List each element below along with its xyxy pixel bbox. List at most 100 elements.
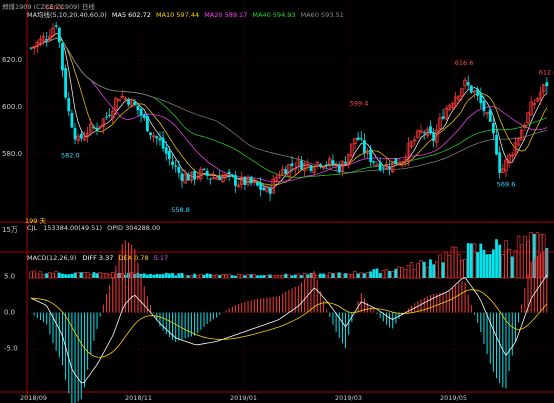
candle-body	[300, 160, 303, 170]
candle-body	[127, 99, 130, 105]
volume-bar	[472, 243, 477, 279]
candle-body	[136, 105, 140, 111]
candle-body	[61, 43, 64, 71]
volume-bar	[211, 275, 216, 279]
candle-body	[243, 176, 247, 185]
candle-body	[488, 109, 492, 122]
volume-bar	[318, 273, 322, 278]
volume-bar	[388, 271, 391, 278]
volume-bar	[230, 275, 234, 278]
ma10-value: MA10 597.44	[155, 11, 200, 19]
candle-body	[145, 115, 149, 132]
volume-bar	[435, 261, 439, 279]
candle-body	[105, 116, 108, 118]
x-tick-label: 2018/09	[20, 394, 47, 402]
x-tick-label: 2019/05	[440, 394, 467, 402]
candle-body	[432, 132, 436, 142]
volume-bar	[457, 254, 461, 279]
ma5-value: MA5 602.72	[111, 11, 151, 19]
volume-bar	[51, 273, 55, 279]
volume-bar	[95, 273, 99, 278]
volume-bar	[186, 275, 190, 278]
candle-body	[359, 138, 363, 140]
volume-bar	[149, 274, 152, 278]
candle-body	[208, 178, 212, 180]
volume-bar	[67, 274, 71, 278]
price-annotation: 599.4	[350, 99, 369, 107]
candles	[29, 22, 549, 202]
candle-body	[142, 114, 146, 119]
volume-bar	[463, 258, 467, 279]
candle-body	[158, 138, 162, 141]
volume-bar	[249, 274, 253, 278]
volume-bar	[519, 244, 524, 279]
volume-bar	[35, 273, 39, 279]
candle-body	[482, 100, 486, 112]
volume-bar	[523, 235, 527, 279]
price-tick-label: 620.0	[2, 56, 22, 64]
volume-bar	[54, 271, 58, 279]
volume-bar	[142, 273, 146, 278]
opid-value: OPID 304288.00	[107, 224, 161, 232]
volume-bar	[488, 253, 492, 278]
candle-body	[227, 171, 231, 175]
candle-body	[54, 25, 58, 27]
volume-bar	[293, 274, 297, 278]
candle-body	[177, 167, 181, 173]
macd-value: 5.17	[153, 254, 169, 262]
candle-body	[64, 68, 67, 98]
volume-bar	[234, 275, 237, 278]
candle-body	[218, 176, 222, 181]
candle-body	[249, 176, 253, 184]
volume-bar	[409, 262, 414, 279]
candle-body	[149, 132, 152, 136]
volume-bar	[447, 254, 452, 279]
candle-body	[466, 82, 470, 86]
candle-body	[95, 127, 99, 130]
volume-bar	[406, 265, 411, 279]
volume-bar	[208, 273, 212, 278]
volume-bar	[174, 275, 178, 278]
price-annotation: 582.0	[61, 151, 80, 159]
volume-bar	[92, 272, 96, 278]
volume-tick-label: 15万	[2, 226, 18, 234]
volume-bar	[57, 272, 61, 278]
ma-legend-label: MA均线(5,10,20,40,60,0)	[27, 11, 107, 19]
candle-body	[180, 173, 184, 181]
candle-body	[171, 161, 174, 165]
candle-body	[29, 47, 33, 49]
candle-body	[73, 128, 77, 140]
volume-bar	[346, 273, 351, 279]
volume-bar	[76, 272, 80, 279]
volume-bar	[290, 275, 294, 278]
candle-body	[268, 187, 272, 194]
candle-body	[168, 150, 171, 159]
candle-body	[139, 108, 143, 116]
volume-bar	[363, 273, 366, 278]
candle-body	[155, 136, 159, 139]
candle-body	[92, 126, 96, 128]
volume-bar	[507, 248, 511, 279]
candle-body	[498, 152, 502, 173]
candle-body	[356, 137, 360, 140]
volume-bar	[391, 271, 395, 279]
volume-bar	[328, 272, 332, 279]
volume-bar	[61, 273, 64, 278]
macd-tick-label: -5.0	[4, 345, 18, 353]
volume-bar	[205, 273, 209, 278]
volume-bar	[218, 275, 222, 278]
volume-bar	[372, 269, 376, 278]
candle-body	[70, 112, 74, 128]
candle-body	[372, 161, 376, 163]
candle-body	[174, 165, 178, 167]
volume-bar	[340, 273, 345, 279]
volume-bar	[243, 275, 247, 278]
candle-body	[469, 85, 473, 93]
candle-body	[325, 164, 329, 166]
volume-bar	[107, 274, 112, 279]
volume-bar	[45, 273, 49, 278]
volume-bar	[224, 274, 228, 279]
volume-bar	[296, 273, 301, 279]
volume-bar	[394, 268, 398, 278]
ma-legend: MA均线(5,10,20,40,60,0) MA5 602.72 MA10 59…	[27, 9, 344, 19]
